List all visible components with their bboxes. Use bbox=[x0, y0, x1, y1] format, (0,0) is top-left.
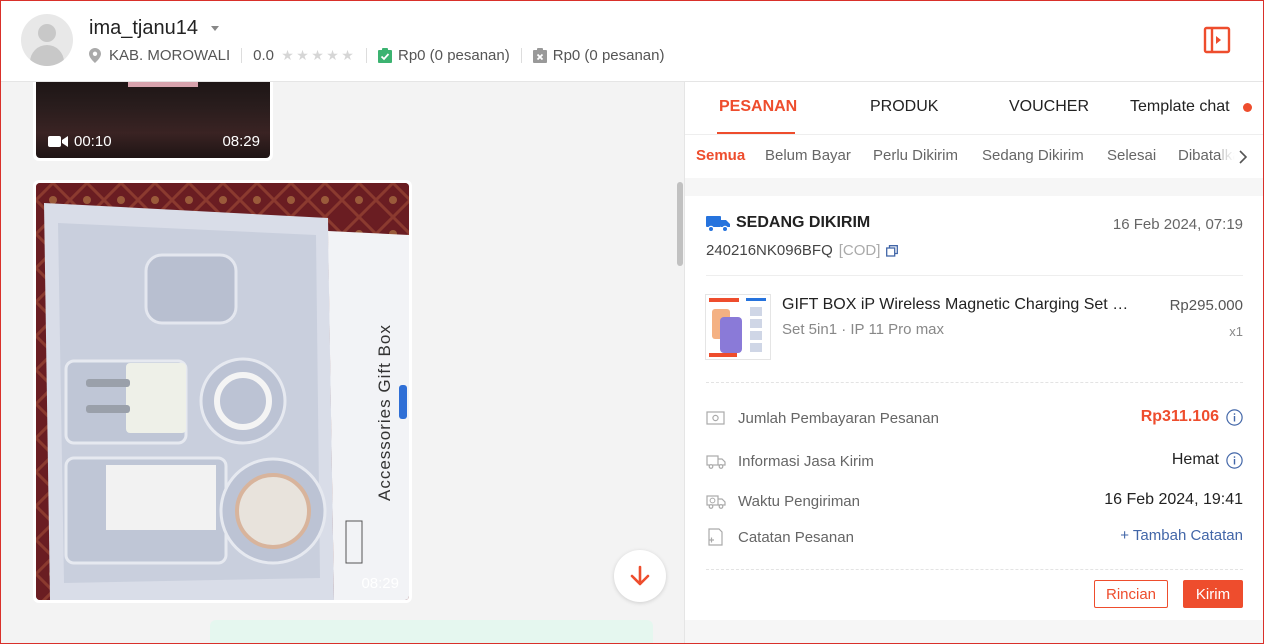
delivery-value: 16 Feb 2024, 19:41 bbox=[1104, 491, 1243, 508]
shipping-icon bbox=[706, 455, 726, 469]
chevron-down-icon[interactable] bbox=[211, 26, 219, 31]
image-message[interactable]: Accessories Gift Box 08:29 bbox=[33, 180, 412, 603]
cancelled-order-icon bbox=[532, 47, 547, 63]
filter-semua[interactable]: Semua bbox=[696, 147, 745, 164]
avatar[interactable] bbox=[21, 14, 73, 66]
product-price: Rp295.000 bbox=[1169, 297, 1243, 314]
note-row: Catatan Pesanan + Tambah Catatan bbox=[706, 526, 1243, 548]
note-icon bbox=[708, 528, 723, 546]
product-variation: Set 5in1 · IP 11 Pro max bbox=[782, 321, 945, 338]
star-icon: ★ bbox=[326, 46, 339, 63]
cancelled-orders: Rp0 (0 pesanan) bbox=[552, 46, 665, 64]
product-name[interactable]: GIFT BOX iP Wireless Magnetic Charging S… bbox=[782, 296, 1137, 314]
filter-belum-bayar[interactable]: Belum Bayar bbox=[765, 147, 851, 164]
location-pin-icon bbox=[89, 47, 101, 63]
tab-template-chat[interactable]: Template chat bbox=[1130, 98, 1230, 116]
product-quantity: x1 bbox=[1229, 324, 1243, 339]
star-icon: ★ bbox=[296, 46, 309, 63]
star-icon: ★ bbox=[281, 46, 294, 63]
info-icon[interactable] bbox=[1226, 408, 1243, 426]
message-time: 08:29 bbox=[222, 133, 260, 150]
active-tab-indicator bbox=[717, 132, 795, 134]
divider bbox=[706, 275, 1243, 276]
rating-stars: ★ ★ ★ ★ ★ bbox=[280, 47, 355, 64]
delivery-row: Waktu Pengiriman 16 Feb 2024, 19:41 bbox=[706, 490, 1243, 512]
order-panel: PESANAN PRODUK VOUCHER Template chat Sem… bbox=[685, 82, 1264, 644]
chat-area[interactable]: 00:10 08:29 Accessories Gift Box 08:29 bbox=[0, 82, 685, 644]
payment-row: Jumlah Pembayaran Pesanan Rp311.106 bbox=[706, 407, 1243, 429]
product-thumbnail[interactable] bbox=[705, 294, 771, 360]
username[interactable]: ima_tjanu14 bbox=[89, 17, 198, 40]
chat-bubble[interactable] bbox=[210, 620, 653, 644]
info-icon[interactable] bbox=[1226, 451, 1243, 469]
order-status: SEDANG DIKIRIM bbox=[736, 214, 871, 231]
panel-tabs: PESANAN PRODUK VOUCHER Template chat bbox=[685, 82, 1264, 135]
delivery-time-icon bbox=[706, 495, 726, 509]
tab-produk[interactable]: PRODUK bbox=[870, 98, 938, 116]
completed-orders: Rp0 (0 pesanan) bbox=[398, 46, 510, 64]
shipping-label: Informasi Jasa Kirim bbox=[738, 452, 874, 470]
star-icon: ★ bbox=[341, 46, 354, 63]
filter-sedang-dikirim[interactable]: Sedang Dikirim bbox=[982, 147, 1084, 164]
order-card[interactable]: SEDANG DIKIRIM 16 Feb 2024, 07:19 240216… bbox=[685, 196, 1264, 620]
buyer-rating: 0.0 bbox=[253, 46, 274, 64]
payment-amount: Rp311.106 bbox=[1140, 408, 1219, 425]
filter-perlu-dikirim[interactable]: Perlu Dikirim bbox=[873, 147, 958, 164]
tab-pesanan[interactable]: PESANAN bbox=[719, 98, 797, 116]
arrow-down-icon bbox=[630, 565, 650, 586]
shipping-row: Informasi Jasa Kirim Hemat bbox=[706, 450, 1243, 472]
collapse-panel-icon[interactable] bbox=[1203, 26, 1231, 54]
divider bbox=[706, 382, 1243, 383]
divider bbox=[706, 569, 1243, 570]
chevron-right-icon bbox=[1239, 149, 1248, 164]
add-note-button[interactable]: + Tambah Catatan bbox=[1120, 527, 1243, 544]
payment-tag: [COD] bbox=[838, 242, 881, 259]
send-button[interactable]: Kirim bbox=[1183, 580, 1243, 608]
note-label: Catatan Pesanan bbox=[738, 528, 854, 546]
buyer-meta: KAB. MOROWALI 0.0 ★ ★ ★ ★ ★ Rp0 (0 pesanan) … bbox=[89, 46, 665, 64]
payment-icon bbox=[706, 411, 725, 425]
details-button[interactable]: Rincian bbox=[1094, 580, 1168, 608]
scroll-down-button[interactable] bbox=[614, 550, 666, 602]
video-message[interactable]: 00:10 08:29 bbox=[33, 82, 273, 161]
truck-icon bbox=[706, 216, 730, 232]
chat-header: ima_tjanu14 KAB. MOROWALI 0.0 ★ ★ ★ ★ ★ Rp0 … bbox=[0, 0, 1264, 82]
copy-icon[interactable] bbox=[886, 244, 899, 257]
video-duration: 00:10 bbox=[74, 133, 112, 150]
payment-label: Jumlah Pembayaran Pesanan bbox=[738, 409, 939, 427]
video-camera-icon bbox=[48, 136, 68, 147]
delivery-label: Waktu Pengiriman bbox=[738, 492, 860, 510]
filter-scroll-right-button[interactable] bbox=[1222, 135, 1264, 178]
buyer-location: KAB. MOROWALI bbox=[109, 46, 231, 64]
filter-selesai[interactable]: Selesai bbox=[1107, 147, 1156, 164]
chat-scrollbar[interactable] bbox=[677, 182, 683, 266]
notification-dot bbox=[1243, 103, 1252, 112]
video-thumbnail[interactable]: 00:10 08:29 bbox=[36, 82, 270, 158]
shipping-value: Hemat bbox=[1171, 451, 1219, 468]
order-id: 240216NK096BFQ bbox=[706, 242, 833, 259]
completed-order-icon bbox=[378, 47, 392, 63]
star-icon: ★ bbox=[311, 46, 324, 63]
order-date: 16 Feb 2024, 07:19 bbox=[1112, 216, 1243, 233]
tab-voucher[interactable]: VOUCHER bbox=[1009, 98, 1089, 116]
gift-box-photo: Accessories Gift Box bbox=[36, 183, 409, 600]
box-label-text: Accessories Gift Box bbox=[375, 324, 394, 501]
product-photo[interactable]: Accessories Gift Box 08:29 bbox=[36, 183, 409, 600]
order-status-filter: Semua Belum Bayar Perlu Dikirim Sedang D… bbox=[685, 135, 1264, 178]
message-time: 08:29 bbox=[361, 575, 399, 592]
